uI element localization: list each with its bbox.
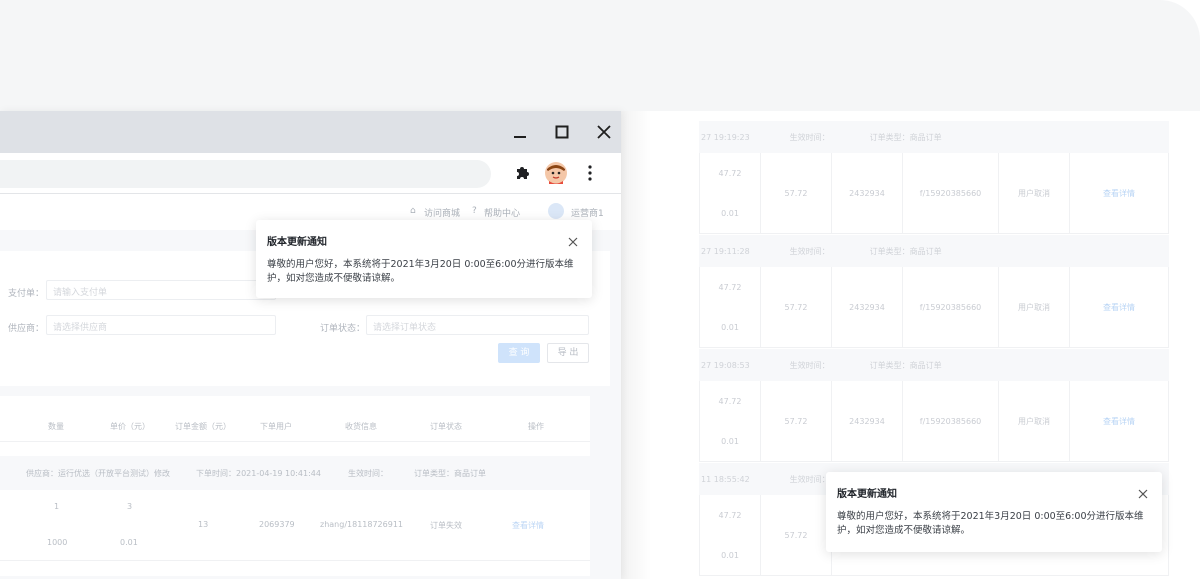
order-type: 订单类型：商品订单 (869, 360, 942, 370)
order-type: 订单类型：商品订单 (869, 132, 942, 142)
view-details-link[interactable]: 查看详情 (1103, 302, 1135, 313)
payment-no-input[interactable]: 请输入支付单 (46, 280, 276, 300)
notification-title: 版本更新通知 (837, 489, 897, 500)
store-icon: ⌂ (410, 206, 416, 216)
title-bar (0, 111, 621, 153)
view-details-link[interactable]: 查看详情 (1103, 188, 1135, 199)
order-block: 27 19:08:53 生效时间： 订单类型：商品订单 47.72 0.01 57… (699, 349, 1169, 462)
kebab-menu-icon[interactable] (581, 164, 599, 182)
order-block: 27 19:11:28 生效时间： 订单类型：商品订单 47.72 0.01 57… (699, 235, 1169, 348)
address-bar[interactable] (0, 160, 491, 188)
notification-body: 尊敬的用户您好，本系统将于2021年3月20日 0:00至6:00分进行版本维护… (267, 259, 574, 284)
operator-avatar (548, 203, 564, 219)
update-notification: 版本更新通知 尊敬的用户您好，本系统将于2021年3月20日 0:00至6:00… (826, 472, 1162, 552)
effect-time: 生效时间： (789, 132, 830, 142)
maximize-icon[interactable] (551, 121, 573, 143)
view-details-link[interactable]: 查看详情 (512, 520, 544, 531)
avatar[interactable] (545, 162, 567, 184)
order-time: 11 18:55:42 (701, 474, 750, 484)
operator-name[interactable]: 运营商1 (571, 206, 604, 219)
update-notification: 版本更新通知 尊敬的用户您好，本系统将于2021年3月20日 0:00至6:00… (256, 220, 592, 298)
effect-time: 生效时间： (789, 474, 830, 484)
close-icon[interactable] (1138, 484, 1150, 499)
supplier-label: 供应商： (8, 324, 45, 334)
order-time: 27 19:11:28 (701, 246, 750, 256)
supplier-select[interactable]: 请选择供应商 (46, 315, 276, 335)
visit-mall-link[interactable]: 访问商城 (424, 206, 460, 219)
close-icon[interactable] (593, 121, 615, 143)
export-button[interactable]: 导 出 (547, 343, 589, 363)
table-header: 数量 单价（元） 订单金额（元） 下单用户 收货信息 订单状态 操作 (0, 411, 590, 442)
order-subheader: 供应商：运行优选（开放平台测试）修改 下单时间：2021-04-19 10:41… (0, 456, 590, 490)
order-status-label: 订单状态： (320, 324, 366, 334)
order-time: 27 19:08:53 (701, 360, 750, 370)
close-icon[interactable] (568, 232, 580, 247)
query-button[interactable]: 查 询 (498, 343, 540, 363)
browser-toolbar (0, 153, 621, 194)
effect-time: 生效时间： (789, 246, 830, 256)
help-center-link[interactable]: 帮助中心 (484, 206, 520, 219)
puzzle-icon[interactable] (513, 164, 531, 182)
minimize-icon[interactable] (509, 121, 531, 143)
view-details-link[interactable]: 查看详情 (1103, 416, 1135, 427)
order-type: 订单类型：商品订单 (869, 246, 942, 256)
notification-title: 版本更新通知 (267, 237, 327, 248)
payment-no-label: 支付单： (8, 289, 45, 299)
order-status-select[interactable]: 请选择订单状态 (366, 315, 589, 335)
effect-time: 生效时间： (789, 360, 830, 370)
order-time: 27 19:19:23 (701, 132, 750, 142)
notification-body: 尊敬的用户您好，本系统将于2021年3月20日 0:00至6:00分进行版本维护… (837, 511, 1144, 536)
browser-window: ⌂ 访问商城 ? 帮助中心 运营商1 支付单： 请输入支付单 供应商： 请选择供… (0, 111, 621, 579)
orders-table: 数量 单价（元） 订单金额（元） 下单用户 收货信息 订单状态 操作 供应商：运… (0, 396, 590, 576)
table-row: 1 1000 3 0.01 13 2069379 zhang/181187269… (0, 490, 590, 561)
help-icon: ? (472, 206, 477, 216)
order-block: 27 19:19:23 生效时间： 订单类型：商品订单 47.72 0.01 57… (699, 121, 1169, 234)
